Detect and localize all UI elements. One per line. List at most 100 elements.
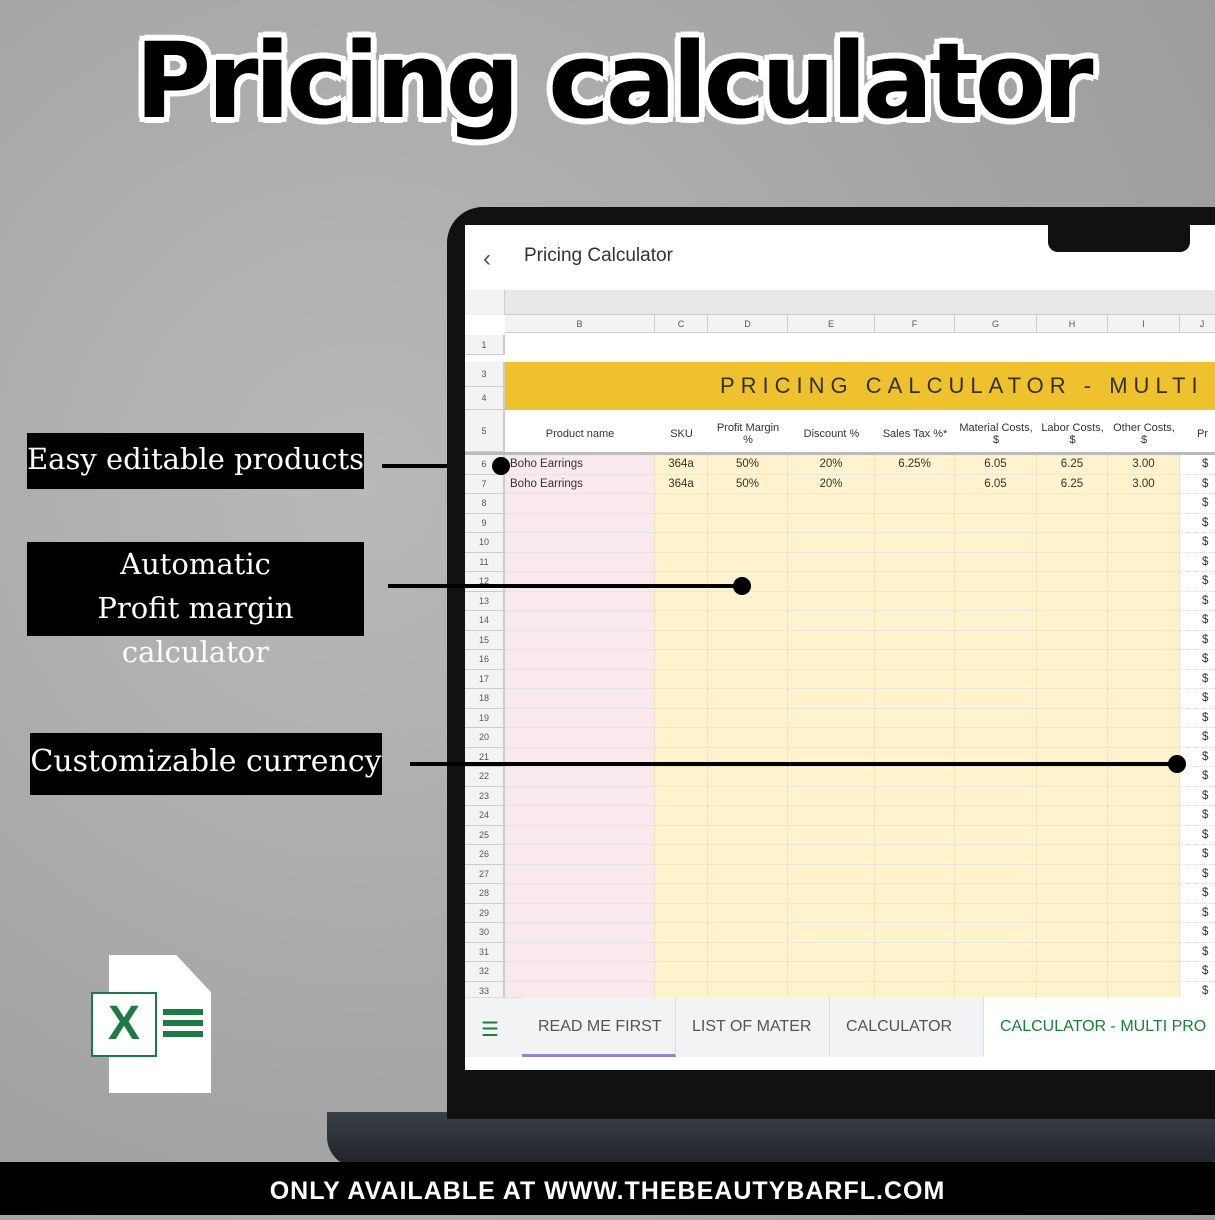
row-header[interactable]: 24 [465, 806, 505, 826]
table-cell[interactable] [1037, 884, 1108, 904]
table-cell[interactable] [505, 845, 655, 865]
table-cell[interactable] [1108, 611, 1180, 631]
table-cell[interactable] [1108, 572, 1180, 592]
table-cell[interactable] [875, 923, 955, 943]
table-cell[interactable]: 3.00 [1108, 474, 1180, 494]
row-header[interactable]: 23 [465, 786, 505, 806]
currency-cell[interactable]: $ [1180, 845, 1215, 865]
table-cell[interactable] [1037, 669, 1108, 689]
currency-cell[interactable]: $ [1180, 513, 1215, 533]
table-cell[interactable] [1108, 669, 1180, 689]
table-cell[interactable] [708, 650, 788, 670]
table-cell[interactable] [955, 650, 1037, 670]
table-cell[interactable] [505, 630, 655, 650]
table-cell[interactable] [788, 533, 875, 553]
row-header[interactable]: 3 [465, 362, 505, 387]
table-cell[interactable] [1108, 962, 1180, 982]
table-cell[interactable] [655, 533, 708, 553]
table-cell[interactable] [505, 572, 655, 592]
currency-cell[interactable]: $ [1180, 942, 1215, 962]
table-cell[interactable] [788, 962, 875, 982]
table-cell[interactable] [1037, 611, 1108, 631]
table-cell[interactable] [655, 825, 708, 845]
currency-cell[interactable]: $ [1180, 884, 1215, 904]
table-cell[interactable] [655, 864, 708, 884]
row-header[interactable]: 9 [465, 513, 505, 533]
currency-cell[interactable]: $ [1180, 533, 1215, 553]
row-header[interactable]: 12 [465, 572, 505, 592]
table-cell[interactable] [875, 630, 955, 650]
table-cell[interactable] [875, 864, 955, 884]
table-cell[interactable] [655, 923, 708, 943]
table-cell[interactable] [1108, 708, 1180, 728]
table-cell[interactable] [955, 942, 1037, 962]
table-cell[interactable] [655, 786, 708, 806]
table-cell[interactable] [1037, 767, 1108, 787]
table-cell[interactable] [1108, 923, 1180, 943]
table-cell[interactable] [875, 650, 955, 670]
table-cell[interactable] [1108, 806, 1180, 826]
table-cell[interactable] [955, 825, 1037, 845]
table-cell[interactable] [875, 689, 955, 709]
table-cell[interactable] [655, 630, 708, 650]
table-cell[interactable] [708, 942, 788, 962]
table-cell[interactable] [788, 708, 875, 728]
sheet-tab[interactable]: READ ME FIRST [522, 997, 676, 1057]
column-header[interactable]: H [1037, 315, 1108, 333]
table-cell[interactable] [955, 728, 1037, 748]
table-cell[interactable] [655, 942, 708, 962]
table-cell[interactable] [955, 864, 1037, 884]
table-cell[interactable] [1037, 903, 1108, 923]
currency-cell[interactable]: $ [1180, 494, 1215, 514]
table-cell[interactable] [505, 786, 655, 806]
table-cell[interactable] [875, 533, 955, 553]
table-cell[interactable] [788, 650, 875, 670]
table-cell[interactable] [708, 962, 788, 982]
table-cell[interactable] [955, 552, 1037, 572]
currency-cell[interactable]: $ [1180, 474, 1215, 494]
table-cell[interactable] [708, 786, 788, 806]
table-cell[interactable] [788, 767, 875, 787]
row-header[interactable]: 28 [465, 884, 505, 904]
row-header[interactable]: 18 [465, 689, 505, 709]
table-cell[interactable] [708, 864, 788, 884]
table-cell[interactable] [505, 611, 655, 631]
table-cell[interactable] [1108, 767, 1180, 787]
table-cell[interactable]: 364a [655, 455, 708, 475]
table-cell[interactable] [708, 494, 788, 514]
row-header[interactable]: 19 [465, 708, 505, 728]
table-cell[interactable] [1037, 923, 1108, 943]
column-header[interactable]: F [875, 315, 955, 333]
table-cell[interactable] [708, 689, 788, 709]
table-cell[interactable] [955, 591, 1037, 611]
table-cell[interactable] [505, 923, 655, 943]
row-header[interactable]: 15 [465, 630, 505, 650]
table-cell[interactable] [655, 845, 708, 865]
table-cell[interactable] [875, 962, 955, 982]
table-cell[interactable] [655, 552, 708, 572]
table-cell[interactable]: 6.25% [875, 455, 955, 475]
table-cell[interactable] [955, 572, 1037, 592]
table-cell[interactable] [655, 728, 708, 748]
table-cell[interactable] [875, 728, 955, 748]
column-header[interactable]: D [708, 315, 788, 333]
row-header[interactable]: 14 [465, 611, 505, 631]
row-header[interactable]: 11 [465, 552, 505, 572]
table-cell[interactable] [1108, 650, 1180, 670]
currency-cell[interactable]: $ [1180, 591, 1215, 611]
row-header[interactable]: 17 [465, 669, 505, 689]
table-cell[interactable] [708, 708, 788, 728]
table-cell[interactable] [708, 845, 788, 865]
column-header[interactable]: E [788, 315, 875, 333]
currency-cell[interactable]: $ [1180, 572, 1215, 592]
table-cell[interactable] [788, 903, 875, 923]
table-cell[interactable] [788, 513, 875, 533]
table-cell[interactable] [1037, 962, 1108, 982]
table-cell[interactable] [875, 611, 955, 631]
currency-cell[interactable]: $ [1180, 786, 1215, 806]
table-cell[interactable] [875, 494, 955, 514]
table-cell[interactable] [1037, 630, 1108, 650]
table-cell[interactable] [505, 825, 655, 845]
currency-cell[interactable]: $ [1180, 611, 1215, 631]
table-cell[interactable] [955, 903, 1037, 923]
